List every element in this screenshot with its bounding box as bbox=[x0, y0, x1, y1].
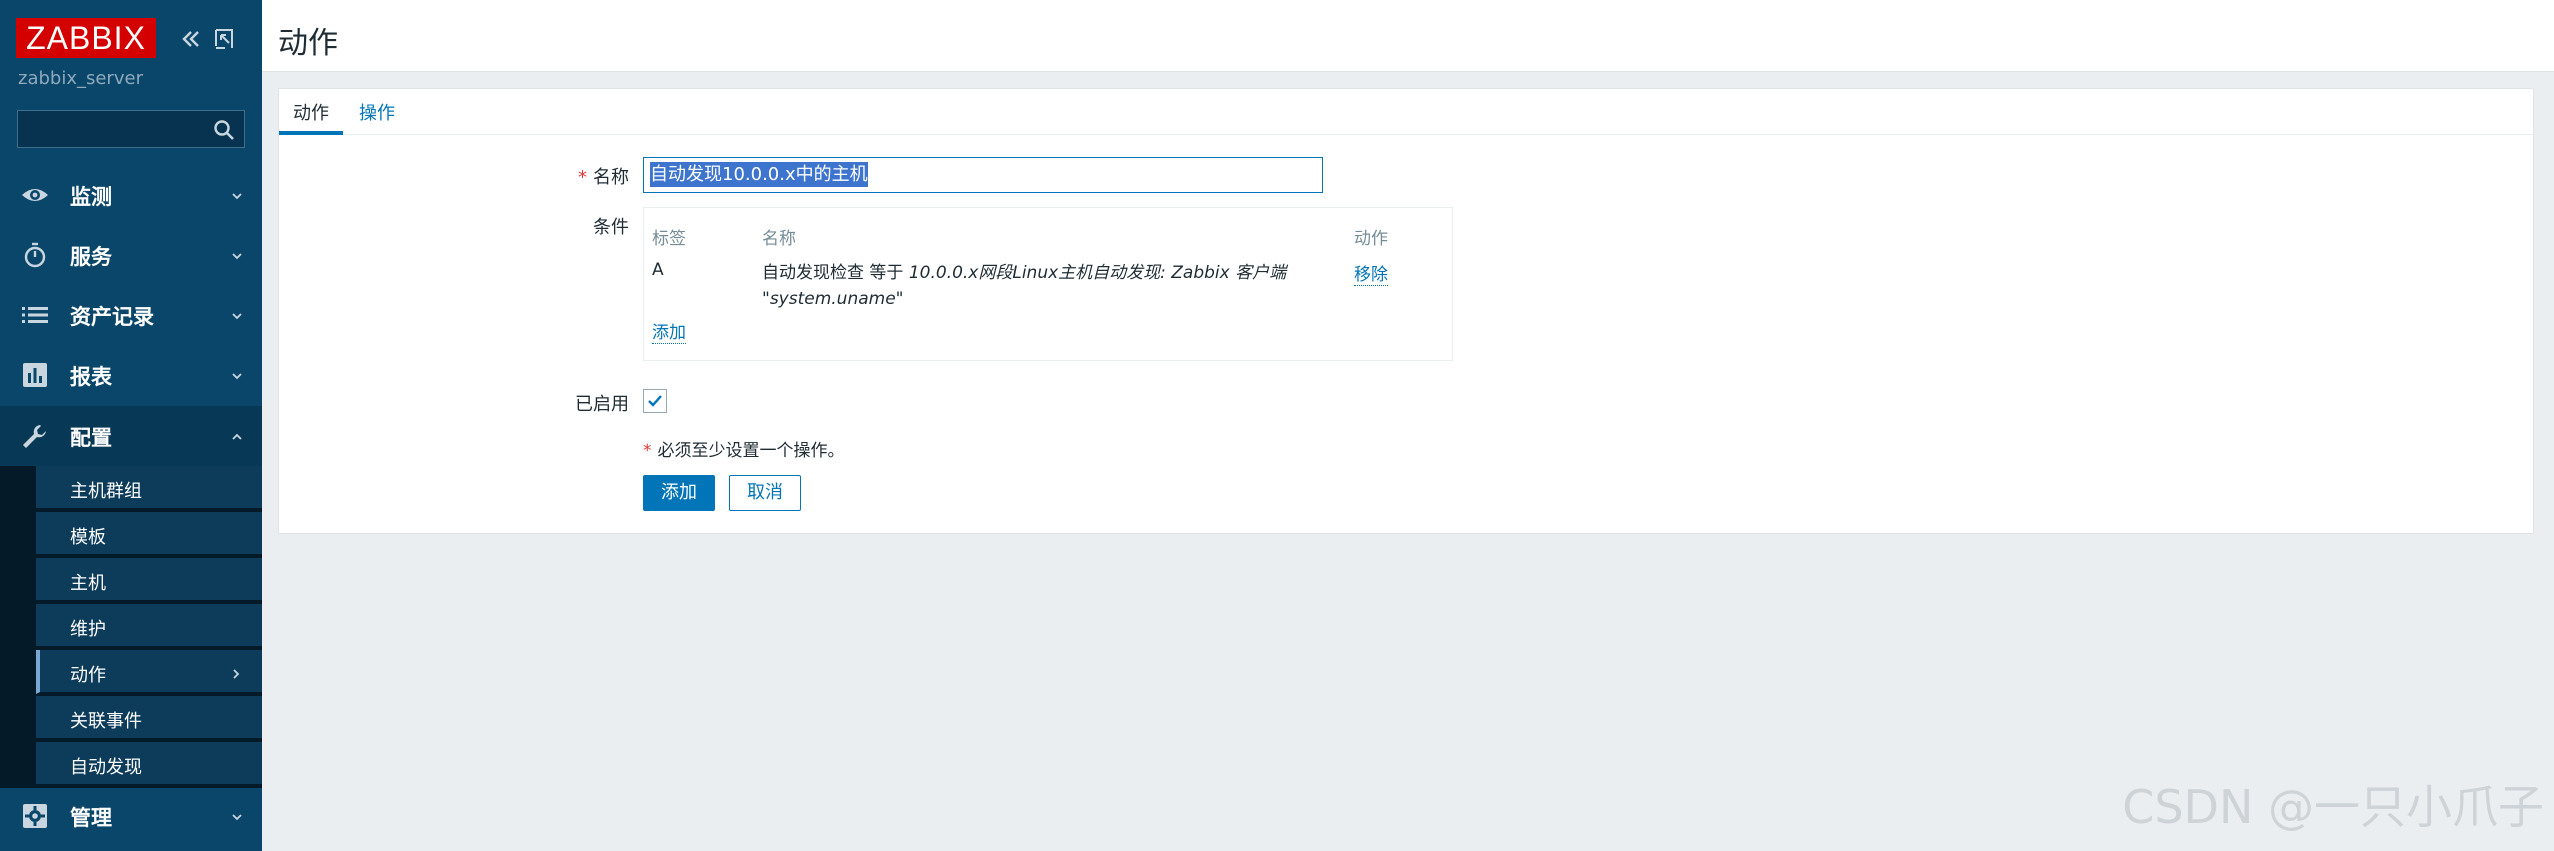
tab-action[interactable]: 动作 bbox=[279, 99, 343, 135]
collapse-sidebar-icon[interactable] bbox=[178, 26, 204, 52]
chevron-down-icon bbox=[230, 248, 244, 262]
submenu-item-templates[interactable]: 模板 bbox=[36, 512, 262, 556]
zabbix-logo[interactable]: ZABBIX bbox=[16, 18, 156, 58]
submenu-label: 动作 bbox=[70, 665, 106, 686]
column-header-action: 动作 bbox=[1354, 229, 1388, 249]
condition-name-value: 10.0.0.x网段Linux主机自动发现: Zabbix 客户端 bbox=[908, 263, 1287, 283]
menu-monitoring[interactable]: 监测 bbox=[0, 165, 262, 225]
menu-administration[interactable]: 管理 bbox=[0, 786, 262, 846]
menu-label: 服务 bbox=[70, 245, 112, 269]
required-asterisk: * bbox=[643, 441, 652, 461]
menu-configuration[interactable]: 配置 bbox=[0, 406, 262, 466]
conditions-label: 条件 bbox=[593, 217, 629, 238]
name-input-value: 自动发现10.0.0.x中的主机 bbox=[650, 162, 868, 187]
enabled-label: 已启用 bbox=[575, 394, 629, 415]
page-title: 动作 bbox=[278, 26, 338, 61]
name-input[interactable]: 自动发现10.0.0.x中的主机 bbox=[643, 157, 1323, 193]
logo-row: ZABBIX bbox=[16, 18, 246, 60]
submenu-item-hosts[interactable]: 主机 bbox=[36, 558, 262, 602]
menu-inventory[interactable]: 资产记录 bbox=[0, 285, 262, 345]
tab-bar: 动作 操作 bbox=[279, 89, 2533, 135]
chevron-down-icon bbox=[230, 188, 244, 202]
submenu-item-maintenance[interactable]: 维护 bbox=[36, 604, 262, 648]
tab-operations[interactable]: 操作 bbox=[345, 99, 409, 135]
action-form-panel: 动作 操作 * 名称 自动发现10.0.0.x中的主机 条件 标签 名称 动作 A… bbox=[278, 88, 2534, 534]
checkmark-icon bbox=[648, 395, 662, 407]
condition-tag: A bbox=[652, 260, 664, 280]
gear-icon bbox=[20, 802, 50, 830]
column-header-tag: 标签 bbox=[652, 229, 686, 249]
submenu-item-discovery[interactable]: 自动发现 bbox=[36, 742, 262, 786]
wrench-icon bbox=[20, 422, 50, 450]
kiosk-mode-icon[interactable] bbox=[212, 26, 238, 52]
conditions-table: 标签 名称 动作 A 自动发现检查 等于 10.0.0.x网段Linux主机自动… bbox=[643, 207, 1453, 361]
submenu-label: 维护 bbox=[70, 619, 106, 640]
menu-services[interactable]: 服务 bbox=[0, 225, 262, 285]
chevron-right-icon bbox=[230, 665, 242, 679]
page-header: 动作 bbox=[262, 0, 2554, 72]
watermark: CSDN @一只小爪子 bbox=[2122, 780, 2544, 834]
menu-label: 配置 bbox=[70, 426, 112, 450]
condition-name-prefix: 自动发现检查 等于 bbox=[762, 263, 909, 283]
menu-label: 管理 bbox=[70, 806, 112, 830]
eye-icon bbox=[20, 181, 50, 209]
menu-label: 报表 bbox=[70, 365, 112, 389]
chevron-down-icon bbox=[230, 368, 244, 382]
submenu-label: 模板 bbox=[70, 527, 106, 548]
bar-chart-icon bbox=[20, 361, 50, 389]
configuration-submenu: 主机群组 模板 主机 维护 动作 关联事件 自动发现 bbox=[0, 466, 262, 788]
submenu-label: 自动发现 bbox=[70, 757, 142, 778]
sidebar-search bbox=[17, 110, 245, 148]
menu-reports[interactable]: 报表 bbox=[0, 345, 262, 405]
add-button[interactable]: 添加 bbox=[643, 475, 715, 511]
required-note-text: 必须至少设置一个操作。 bbox=[657, 441, 845, 461]
sidebar: ZABBIX zabbix_server 监测 服务 资产记录 报表 配置 主机… bbox=[0, 0, 262, 851]
name-label: * 名称 bbox=[429, 163, 629, 189]
chevron-down-icon bbox=[230, 809, 244, 823]
required-asterisk: * bbox=[578, 167, 587, 188]
required-note: * 必须至少设置一个操作。 bbox=[643, 436, 845, 461]
condition-name: 自动发现检查 等于 10.0.0.x网段Linux主机自动发现: Zabbix … bbox=[762, 260, 1322, 312]
search-input[interactable] bbox=[18, 111, 198, 147]
remove-condition-link[interactable]: 移除 bbox=[1354, 260, 1388, 286]
menu-label: 监测 bbox=[70, 185, 112, 209]
submenu-item-actions[interactable]: 动作 bbox=[36, 650, 262, 694]
menu-label: 资产记录 bbox=[70, 305, 154, 329]
cancel-button[interactable]: 取消 bbox=[729, 475, 801, 511]
name-label-text: 名称 bbox=[593, 167, 629, 188]
search-icon[interactable] bbox=[212, 118, 236, 142]
server-name: zabbix_server bbox=[18, 68, 143, 89]
submenu-item-event-correlation[interactable]: 关联事件 bbox=[36, 696, 262, 740]
condition-name-value-2: "system.uname" bbox=[762, 289, 904, 309]
list-icon bbox=[20, 301, 50, 329]
add-condition-link[interactable]: 添加 bbox=[652, 318, 686, 344]
submenu-label: 主机 bbox=[70, 573, 106, 594]
submenu-item-host-groups[interactable]: 主机群组 bbox=[36, 466, 262, 510]
enabled-checkbox[interactable] bbox=[643, 389, 667, 413]
column-header-name: 名称 bbox=[762, 229, 796, 249]
submenu-label: 关联事件 bbox=[70, 711, 142, 732]
chevron-down-icon bbox=[230, 308, 244, 322]
submenu-label: 主机群组 bbox=[70, 481, 142, 502]
chevron-up-icon bbox=[230, 429, 244, 443]
stopwatch-icon bbox=[20, 241, 50, 269]
